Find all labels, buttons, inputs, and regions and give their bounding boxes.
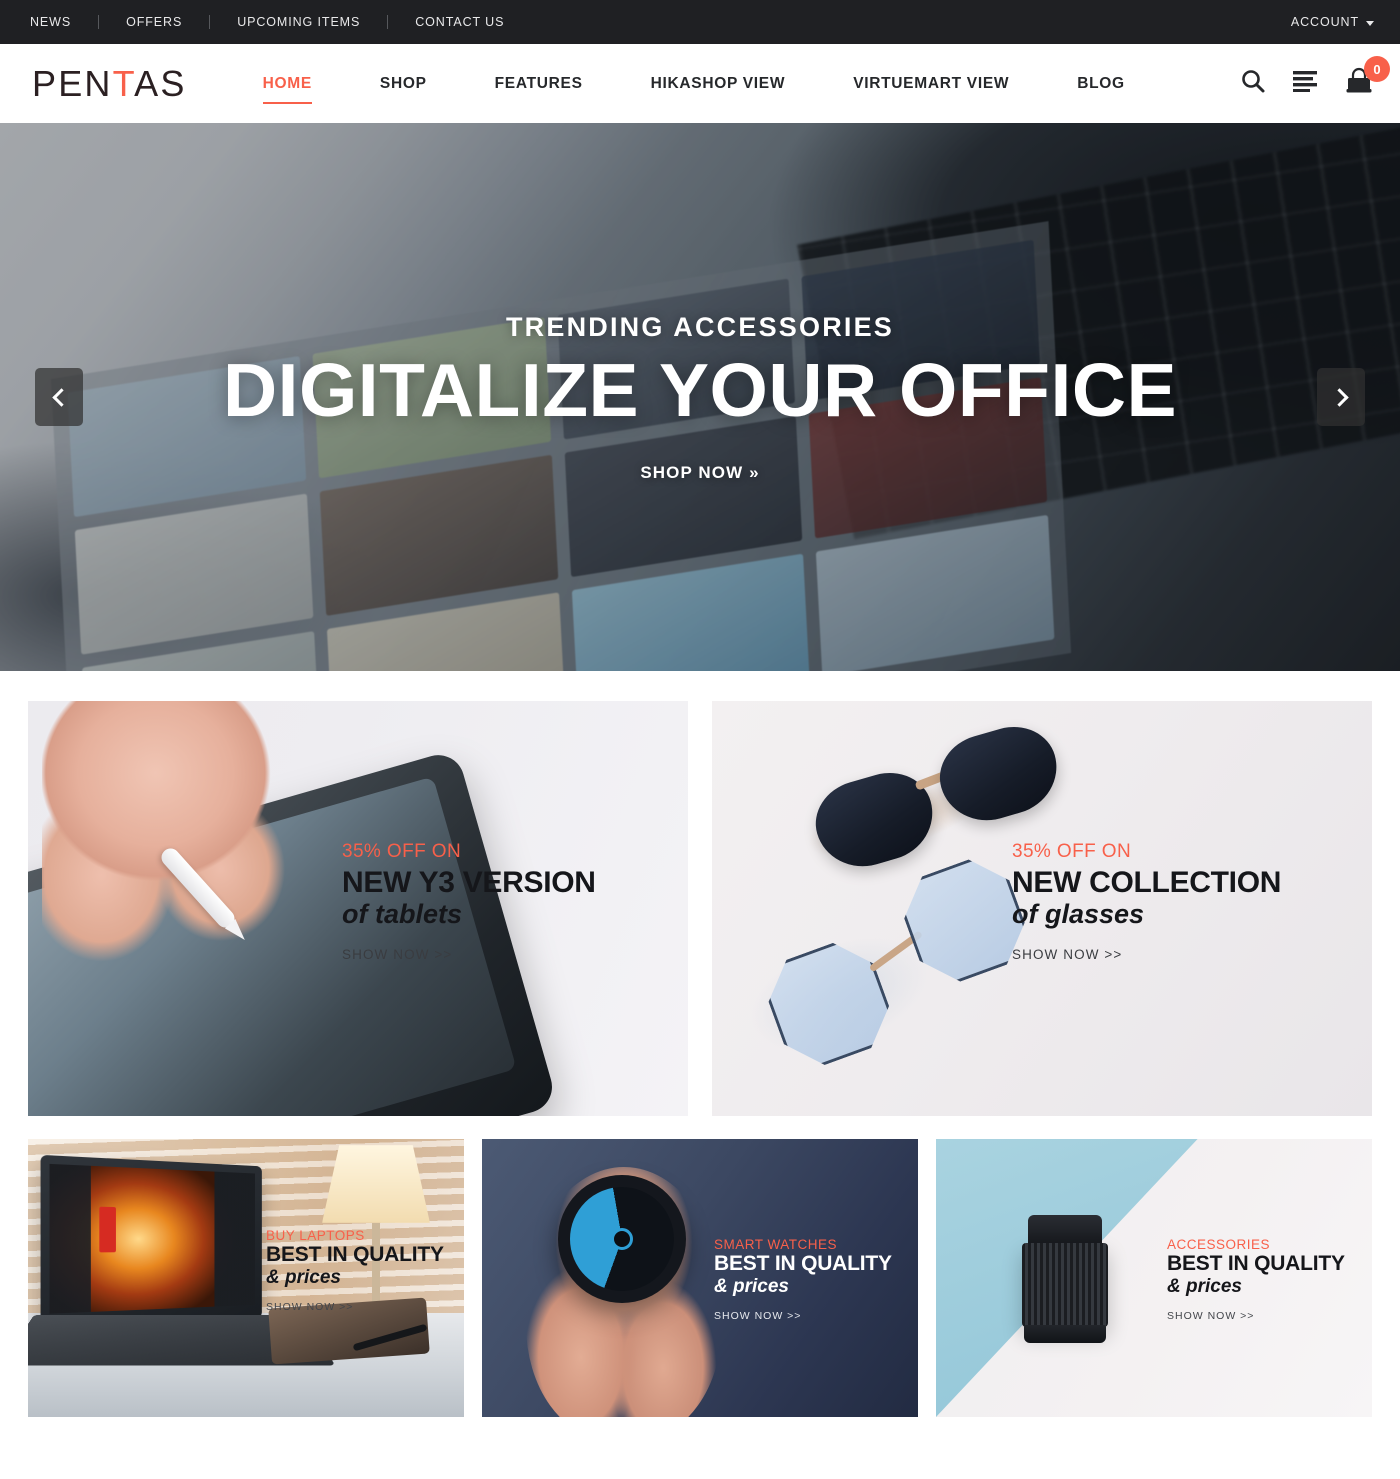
- promo-show-now-link[interactable]: SHOW NOW >>: [266, 1301, 444, 1313]
- chevron-left-icon: [51, 387, 71, 407]
- promo-card-smart-watches[interactable]: SMART WATCHES BEST IN QUALITY & prices S…: [482, 1139, 918, 1417]
- nav-item-blog[interactable]: BLOG: [1043, 75, 1159, 93]
- search-icon[interactable]: [1240, 68, 1266, 99]
- logo-text-part1: PEN: [32, 62, 113, 104]
- promo-headline: BEST IN QUALITY: [714, 1252, 892, 1275]
- account-menu[interactable]: ACCOUNT: [1291, 15, 1374, 29]
- logo-text-accent: T: [112, 62, 135, 104]
- promo-show-now-link[interactable]: SHOW NOW >>: [342, 947, 596, 962]
- topbar-divider: [98, 15, 100, 29]
- nav-item-features[interactable]: FEATURES: [461, 75, 617, 93]
- account-label: ACCOUNT: [1290, 15, 1359, 29]
- header-tools: 0: [1240, 56, 1390, 100]
- promo-text-glasses: 35% OFF ON NEW COLLECTION of glasses SHO…: [1012, 841, 1281, 962]
- promo-row-large: 35% OFF ON NEW Y3 VERSION of tablets SHO…: [28, 701, 1372, 1116]
- top-utility-links: NEWS OFFERS UPCOMING ITEMS CONTACT US: [30, 15, 504, 29]
- topbar-link-contact-us[interactable]: CONTACT US: [415, 15, 504, 29]
- nav-item-shop[interactable]: SHOP: [346, 75, 461, 93]
- promo-card-glasses[interactable]: 35% OFF ON NEW COLLECTION of glasses SHO…: [712, 701, 1372, 1116]
- logo-text-part2: AS: [134, 62, 187, 104]
- promo-kicker: ACCESSORIES: [1167, 1237, 1271, 1252]
- hero-subtitle: TRENDING ACCESSORIES: [505, 311, 895, 342]
- hero-content: TRENDING ACCESSORIES DIGITALIZE YOUR OFF…: [0, 123, 1400, 671]
- promo-subline: & prices: [266, 1266, 341, 1288]
- promo-card-tablets[interactable]: 35% OFF ON NEW Y3 VERSION of tablets SHO…: [28, 701, 688, 1116]
- topbar-divider: [387, 15, 389, 29]
- promo-kicker: 35% OFF ON: [342, 841, 462, 862]
- hero-title: DIGITALIZE YOUR OFFICE: [222, 347, 1178, 432]
- promo-subline: & prices: [1167, 1275, 1242, 1297]
- promo-subline: & prices: [714, 1275, 789, 1297]
- top-utility-bar: NEWS OFFERS UPCOMING ITEMS CONTACT US AC…: [0, 0, 1400, 44]
- list-menu-icon[interactable]: [1292, 70, 1318, 97]
- promo-headline: BEST IN QUALITY: [266, 1243, 444, 1266]
- promo-kicker: BUY LAPTOPS: [266, 1228, 365, 1243]
- topbar-link-news[interactable]: NEWS: [30, 15, 71, 29]
- promo-subline: of tablets: [342, 898, 463, 929]
- topbar-divider: [209, 15, 211, 29]
- promo-show-now-link[interactable]: SHOW NOW >>: [1012, 947, 1281, 962]
- promo-kicker: SMART WATCHES: [714, 1237, 838, 1252]
- site-logo[interactable]: PENTAS: [32, 63, 187, 105]
- promo-text-laptops: BUY LAPTOPS BEST IN QUALITY & prices SHO…: [266, 1228, 444, 1313]
- promo-subline: of glasses: [1012, 898, 1145, 929]
- promo-grid: 35% OFF ON NEW Y3 VERSION of tablets SHO…: [0, 671, 1400, 1417]
- cart-button[interactable]: 0: [1344, 56, 1390, 100]
- promo-text-accessories: ACCESSORIES BEST IN QUALITY & prices SHO…: [1167, 1237, 1345, 1322]
- promo-card-laptops[interactable]: BUY LAPTOPS BEST IN QUALITY & prices SHO…: [28, 1139, 464, 1417]
- topbar-link-upcoming-items[interactable]: UPCOMING ITEMS: [237, 15, 360, 29]
- promo-text-smart-watches: SMART WATCHES BEST IN QUALITY & prices S…: [714, 1237, 892, 1322]
- hand-art: [42, 701, 312, 983]
- hero-shop-now-link[interactable]: SHOP NOW »: [640, 463, 759, 483]
- cart-count-badge: 0: [1364, 56, 1390, 82]
- promo-row-small: BUY LAPTOPS BEST IN QUALITY & prices SHO…: [28, 1139, 1372, 1417]
- main-navigation: HOME SHOP FEATURES HIKASHOP VIEW VIRTUEM…: [229, 75, 1159, 104]
- promo-kicker: 35% OFF ON: [1012, 841, 1132, 862]
- promo-show-now-link[interactable]: SHOW NOW >>: [714, 1310, 892, 1322]
- promo-headline: NEW COLLECTION: [1012, 866, 1282, 899]
- promo-show-now-link[interactable]: SHOW NOW >>: [1167, 1310, 1345, 1322]
- promo-card-accessories[interactable]: ACCESSORIES BEST IN QUALITY & prices SHO…: [936, 1139, 1372, 1417]
- promo-text-tablets: 35% OFF ON NEW Y3 VERSION of tablets SHO…: [342, 841, 596, 962]
- hero-slider: TRENDING ACCESSORIES DIGITALIZE YOUR OFF…: [0, 123, 1400, 671]
- nav-item-virtuemart-view[interactable]: VIRTUEMART VIEW: [819, 75, 1043, 93]
- promo-headline: BEST IN QUALITY: [1167, 1252, 1345, 1275]
- hero-prev-button[interactable]: [35, 368, 83, 426]
- chevron-right-icon: [1329, 387, 1349, 407]
- nav-item-home[interactable]: HOME: [229, 75, 346, 104]
- site-header: PENTAS HOME SHOP FEATURES HIKASHOP VIEW …: [0, 44, 1400, 123]
- nav-item-hikashop-view[interactable]: HIKASHOP VIEW: [617, 75, 820, 93]
- chevron-down-icon: [1366, 20, 1374, 26]
- topbar-link-offers[interactable]: OFFERS: [126, 15, 182, 29]
- promo-headline: NEW Y3 VERSION: [342, 866, 596, 899]
- hero-next-button[interactable]: [1317, 368, 1365, 426]
